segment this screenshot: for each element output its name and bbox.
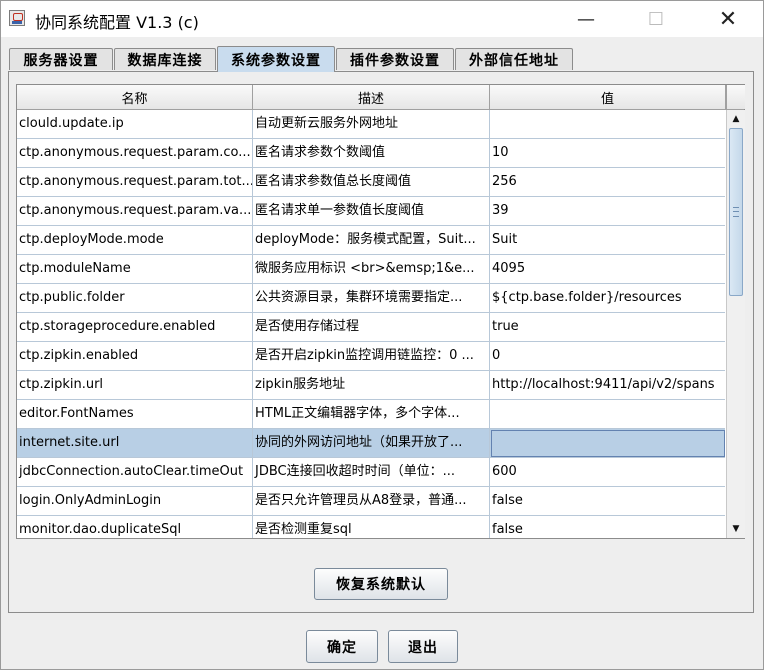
table-row[interactable]: jdbcConnection.autoClear.timeOut JDBC连接回收… — [17, 458, 725, 487]
table-row[interactable]: ctp.deployMode.mode deployMode：服务模式配置，Sui… — [17, 226, 725, 255]
table-row[interactable]: clould.update.ip 自动更新云服务外网地址 — [17, 110, 725, 139]
column-header-description[interactable]: 描述 — [253, 85, 490, 109]
cell-value[interactable]: 256 — [490, 168, 725, 197]
cell-value[interactable]: http://localhost:9411/api/v2/spans — [490, 371, 725, 400]
window-title: 协同系统配置 V1.3 (c) — [35, 13, 199, 32]
cell-value[interactable]: 10 — [490, 139, 725, 168]
cell-value[interactable]: false — [490, 487, 725, 516]
cell-value[interactable]: 39 — [490, 197, 725, 226]
cell-value[interactable] — [490, 400, 725, 429]
cell-name[interactable]: ctp.zipkin.url — [17, 371, 253, 400]
table-row[interactable]: ctp.storageprocedure.enabled 是否使用存储过程 true — [17, 313, 725, 342]
tab-plugin-parameters[interactable]: 插件参数设置 — [336, 48, 454, 70]
tab-system-parameters[interactable]: 系统参数设置 — [217, 46, 335, 72]
cell-description[interactable]: HTML正文编辑器字体，多个字体... — [253, 400, 490, 429]
cell-name[interactable]: clould.update.ip — [17, 110, 253, 139]
cell-value[interactable]: false — [490, 516, 725, 538]
column-header-name[interactable]: 名称 — [17, 85, 253, 109]
table-row[interactable]: ctp.anonymous.request.param.tot... 匿名请求参数… — [17, 168, 725, 197]
scroll-down-arrow-icon[interactable]: ▼ — [727, 520, 745, 538]
table-row[interactable]: ctp.zipkin.url zipkin服务地址 http://localhost… — [17, 371, 725, 400]
cell-name[interactable]: monitor.dao.duplicateSql — [17, 516, 253, 538]
cell-description[interactable]: zipkin服务地址 — [253, 371, 490, 400]
cell-name[interactable]: ctp.moduleName — [17, 255, 253, 284]
table-row[interactable]: ctp.anonymous.request.param.va... 匿名请求单一参… — [17, 197, 725, 226]
cell-description[interactable]: 自动更新云服务外网地址 — [253, 110, 490, 139]
cell-name[interactable]: ctp.storageprocedure.enabled — [17, 313, 253, 342]
title-bar[interactable]: 协同系统配置 V1.3 (c) — ☐ ✕ — [1, 1, 763, 37]
cell-description[interactable]: 是否只允许管理员从A8登录，普通... — [253, 487, 490, 516]
cell-description[interactable]: 是否检测重复sql — [253, 516, 490, 538]
tab-trusted-addresses[interactable]: 外部信任地址 — [455, 48, 573, 70]
minimize-button[interactable]: — — [559, 1, 613, 37]
cell-description[interactable]: 是否使用存储过程 — [253, 313, 490, 342]
cell-description[interactable]: 匿名请求参数个数阈值 — [253, 139, 490, 168]
cell-description[interactable]: 公共资源目录，集群环境需要指定... — [253, 284, 490, 313]
table-body: clould.update.ip 自动更新云服务外网地址 ctp.anonymous… — [17, 110, 725, 538]
cell-name[interactable]: internet.site.url — [17, 429, 253, 458]
cell-description[interactable]: 匿名请求参数值总长度阈值 — [253, 168, 490, 197]
cell-name[interactable]: ctp.zipkin.enabled — [17, 342, 253, 371]
cell-name[interactable]: editor.FontNames — [17, 400, 253, 429]
table-row[interactable]: internet.site.url 协同的外网访问地址（如果开放了... — [17, 429, 725, 458]
cell-value[interactable]: 0 — [490, 342, 725, 371]
maximize-button[interactable]: ☐ — [629, 1, 683, 37]
table-row[interactable]: monitor.dao.duplicateSql 是否检测重复sql false — [17, 516, 725, 538]
tab-server-settings[interactable]: 服务器设置 — [9, 48, 113, 70]
cell-value[interactable]: Suit — [490, 226, 725, 255]
table-header-corner — [726, 85, 745, 109]
parameters-table: 名称 描述 值 clould.update.ip 自动更新云服务外网地址 ctp.a… — [16, 84, 745, 539]
tab-database-connection[interactable]: 数据库连接 — [114, 48, 216, 70]
cell-description[interactable]: 协同的外网访问地址（如果开放了... — [253, 429, 490, 458]
cell-value[interactable]: true — [490, 313, 725, 342]
cell-description[interactable]: 匿名请求单一参数值长度阈值 — [253, 197, 490, 226]
table-row[interactable]: ctp.moduleName 微服务应用标识 <br>&emsp;1&e... 40… — [17, 255, 725, 284]
cell-name[interactable]: ctp.anonymous.request.param.co... — [17, 139, 253, 168]
cell-description[interactable]: deployMode：服务模式配置，Suit... — [253, 226, 490, 255]
cell-description[interactable]: JDBC连接回收超时时间（单位：... — [253, 458, 490, 487]
scrollbar-thumb[interactable] — [729, 128, 743, 296]
cell-name[interactable]: login.OnlyAdminLogin — [17, 487, 253, 516]
cell-name[interactable]: ctp.public.folder — [17, 284, 253, 313]
ok-button[interactable]: 确定 — [306, 630, 378, 663]
table-row[interactable]: login.OnlyAdminLogin 是否只允许管理员从A8登录，普通... f… — [17, 487, 725, 516]
cell-value[interactable]: ${ctp.base.folder}/resources — [490, 284, 725, 313]
table-row[interactable]: editor.FontNames HTML正文编辑器字体，多个字体... — [17, 400, 725, 429]
scroll-up-arrow-icon[interactable]: ▲ — [727, 110, 745, 128]
table-row[interactable]: ctp.anonymous.request.param.co... 匿名请求参数个… — [17, 139, 725, 168]
cell-name[interactable]: jdbcConnection.autoClear.timeOut — [17, 458, 253, 487]
cell-value[interactable] — [490, 429, 725, 458]
cell-value[interactable] — [490, 110, 725, 139]
cell-description[interactable]: 微服务应用标识 <br>&emsp;1&e... — [253, 255, 490, 284]
grip-icon — [733, 207, 739, 217]
vertical-scrollbar[interactable]: ▲ ▼ — [726, 110, 745, 538]
close-button[interactable]: ✕ — [701, 1, 755, 37]
java-app-icon — [9, 10, 25, 26]
cell-description[interactable]: 是否开启zipkin监控调用链监控：0 ... — [253, 342, 490, 371]
cell-name[interactable]: ctp.deployMode.mode — [17, 226, 253, 255]
exit-button[interactable]: 退出 — [388, 630, 458, 663]
cell-value[interactable]: 4095 — [490, 255, 725, 284]
cell-name[interactable]: ctp.anonymous.request.param.tot... — [17, 168, 253, 197]
table-header: 名称 描述 值 — [17, 85, 744, 110]
restore-defaults-button[interactable]: 恢复系统默认 — [314, 568, 448, 600]
cell-value[interactable]: 600 — [490, 458, 725, 487]
cell-name[interactable]: ctp.anonymous.request.param.va... — [17, 197, 253, 226]
table-row[interactable]: ctp.zipkin.enabled 是否开启zipkin监控调用链监控：0 ..… — [17, 342, 725, 371]
column-header-value[interactable]: 值 — [490, 85, 726, 109]
table-row[interactable]: ctp.public.folder 公共资源目录，集群环境需要指定... ${ctp… — [17, 284, 725, 313]
